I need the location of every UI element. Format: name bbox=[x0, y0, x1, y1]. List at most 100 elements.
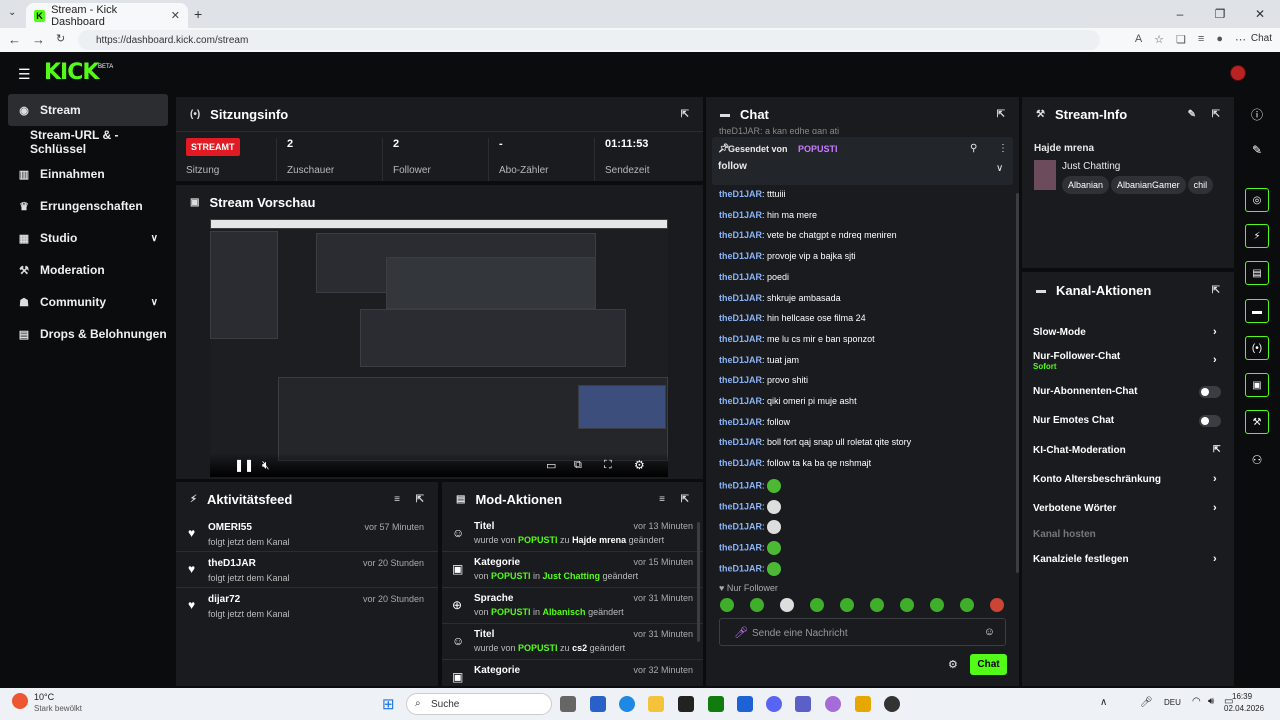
wrench-icon[interactable]: ⚒ bbox=[1245, 410, 1269, 434]
theater-icon[interactable]: ▭ bbox=[546, 459, 556, 472]
chat-username[interactable]: theD1JAR bbox=[719, 375, 762, 385]
chat-settings-icon[interactable]: ⚙ bbox=[948, 658, 958, 671]
sidebar-item-stream[interactable]: ◉ Stream bbox=[8, 94, 168, 126]
popout-icon[interactable]: ⇱ bbox=[1212, 109, 1220, 120]
tab-menu-icon[interactable]: ⌄ bbox=[8, 7, 16, 18]
weather-icon[interactable] bbox=[12, 693, 28, 709]
chat-username[interactable]: theD1JAR bbox=[719, 501, 762, 511]
sidebar-item-einnahmen[interactable]: ▥ Einnahmen bbox=[4, 158, 172, 190]
action-channel-goals[interactable]: Kanalziele festlegen › bbox=[1033, 553, 1217, 565]
volume-icon[interactable]: 🔊︎ bbox=[1208, 696, 1214, 707]
reload-icon[interactable]: ↻ bbox=[56, 32, 65, 45]
emote-icon[interactable] bbox=[750, 598, 764, 612]
sidebar-item-studio[interactable]: ▦ Studio ∨ bbox=[4, 222, 172, 254]
sidebar-item-drops[interactable]: ▤ Drops & Belohnungen bbox=[4, 318, 172, 350]
more-icon[interactable]: ⋯ bbox=[1235, 33, 1246, 46]
xbox-icon[interactable] bbox=[708, 696, 724, 712]
pause-icon[interactable]: ❚❚ bbox=[234, 458, 254, 472]
action-slow-mode[interactable]: Slow-Mode › bbox=[1033, 326, 1217, 338]
wifi-icon[interactable]: ◠ bbox=[1192, 696, 1201, 707]
chat-username[interactable]: theD1JAR bbox=[719, 272, 762, 282]
stream-video-player[interactable]: ❚❚ 🔇︎ ▭ ⧉ ⛶ ⚙ bbox=[210, 219, 668, 477]
activity-user[interactable]: OMERI55 bbox=[208, 522, 252, 533]
miniplayer-icon[interactable]: ⧉ bbox=[574, 459, 582, 472]
chat-username[interactable]: theD1JAR bbox=[719, 313, 762, 323]
chat-username[interactable]: theD1JAR bbox=[719, 458, 762, 468]
chat-username[interactable]: theD1JAR bbox=[719, 542, 762, 552]
windows-start-icon[interactable]: ⊞ bbox=[382, 695, 395, 713]
discord-icon[interactable] bbox=[766, 696, 782, 712]
tag[interactable]: chil bbox=[1187, 176, 1214, 194]
sidebar-item-moderation[interactable]: ⚒ Moderation bbox=[4, 254, 172, 286]
chevron-down-icon[interactable]: ∨ bbox=[996, 163, 1003, 174]
sidebar-item-stream-url[interactable]: Stream-URL & -Schlüssel bbox=[4, 126, 172, 158]
mic-icon[interactable]: 🎤︎ bbox=[734, 626, 748, 639]
chat-username[interactable]: theD1JAR bbox=[719, 437, 762, 447]
popout-icon[interactable]: ⇱ bbox=[681, 109, 689, 120]
filter-icon[interactable]: ≡ bbox=[659, 494, 665, 505]
emote-icon[interactable] bbox=[780, 598, 794, 612]
emote-chat-toggle[interactable] bbox=[1199, 415, 1221, 427]
kick-logo[interactable]: KICK bbox=[44, 60, 99, 85]
app-icon[interactable] bbox=[590, 696, 606, 712]
bolt-icon[interactable]: ⚡︎ bbox=[1245, 224, 1269, 248]
action-follower-chat[interactable]: Nur-Follower-Chat Sofort › bbox=[1033, 351, 1217, 371]
add-widget-icon[interactable]: ⚇ bbox=[1245, 448, 1269, 472]
edge-icon[interactable] bbox=[619, 696, 635, 712]
copilot-chat-button[interactable]: Chat bbox=[1251, 33, 1272, 44]
emote-icon[interactable] bbox=[870, 598, 884, 612]
preview-icon[interactable]: ▣ bbox=[1245, 373, 1269, 397]
popout-icon[interactable]: ⇱ bbox=[997, 109, 1005, 120]
category-name[interactable]: Just Chatting bbox=[1062, 161, 1120, 172]
popout-icon[interactable]: ⇱ bbox=[416, 494, 424, 505]
record-icon[interactable]: ◎ bbox=[1245, 188, 1269, 212]
action-ai-moderation[interactable]: KI-Chat-Moderation ⇱ bbox=[1033, 444, 1221, 456]
app-icon[interactable] bbox=[678, 696, 694, 712]
action-banned-words[interactable]: Verbotene Wörter › bbox=[1033, 502, 1217, 514]
obs-icon[interactable] bbox=[884, 696, 900, 712]
language-indicator[interactable]: DEU bbox=[1164, 698, 1181, 707]
taskbar-search[interactable]: ⌕ Suche bbox=[406, 693, 552, 715]
chat-username[interactable]: theD1JAR bbox=[719, 334, 762, 344]
edit-icon[interactable]: ✎ bbox=[1188, 109, 1196, 120]
sidebar-item-errungenschaften[interactable]: ♛ Errungenschaften bbox=[4, 190, 172, 222]
popout-icon[interactable]: ⇱ bbox=[1212, 285, 1220, 296]
sidebar-item-community[interactable]: ☗ Community ∨ bbox=[4, 286, 172, 318]
chat-username[interactable]: theD1JAR bbox=[719, 355, 762, 365]
app-icon[interactable] bbox=[737, 696, 753, 712]
broadcast-icon[interactable]: (•) bbox=[1245, 336, 1269, 360]
maximize-icon[interactable]: ❐ bbox=[1200, 0, 1240, 28]
mod-user[interactable]: POPUSTI bbox=[491, 607, 531, 617]
emote-icon[interactable] bbox=[840, 598, 854, 612]
close-window-icon[interactable]: ✕ bbox=[1240, 0, 1280, 28]
favorites-bar-icon[interactable]: ≡ bbox=[1198, 33, 1204, 46]
info-icon[interactable]: ⓘ bbox=[1245, 102, 1269, 126]
clock-date[interactable]: 02.04.2026 bbox=[1224, 704, 1264, 713]
activity-user[interactable]: dijar72 bbox=[208, 594, 240, 605]
pinned-user[interactable]: POPUSTI bbox=[798, 144, 838, 154]
explorer-icon[interactable] bbox=[648, 696, 664, 712]
chat-username[interactable]: theD1JAR bbox=[719, 210, 762, 220]
teams-icon[interactable] bbox=[795, 696, 811, 712]
taskview-icon[interactable] bbox=[560, 696, 576, 712]
forward-icon[interactable]: → bbox=[32, 32, 45, 47]
subscriber-chat-toggle[interactable] bbox=[1199, 386, 1221, 398]
emote-icon[interactable] bbox=[720, 598, 734, 612]
tag[interactable]: AlbanianGamer bbox=[1111, 176, 1186, 194]
chevron-up-icon[interactable]: ∧ bbox=[1100, 697, 1107, 708]
tag[interactable]: Albanian bbox=[1062, 176, 1110, 194]
chat-username[interactable]: theD1JAR bbox=[719, 396, 762, 406]
chat-username[interactable]: theD1JAR bbox=[719, 293, 762, 303]
action-age-restriction[interactable]: Konto Altersbeschränkung › bbox=[1033, 473, 1217, 485]
mod-scrollbar[interactable] bbox=[697, 522, 700, 642]
emote-icon[interactable] bbox=[990, 598, 1004, 612]
edit-icon[interactable]: ✎ bbox=[1245, 138, 1269, 162]
menu-icon[interactable]: ☰ bbox=[18, 66, 31, 83]
filter-icon[interactable]: ≡ bbox=[394, 494, 400, 505]
chat-username[interactable]: theD1JAR bbox=[719, 563, 762, 573]
back-icon[interactable]: ← bbox=[8, 32, 21, 47]
clock-time[interactable]: 16:39 bbox=[1232, 692, 1252, 701]
clipboard-icon[interactable]: ▤ bbox=[1245, 261, 1269, 285]
chat-send-button[interactable]: Chat bbox=[970, 654, 1007, 675]
fullscreen-icon[interactable]: ⛶ bbox=[604, 459, 612, 472]
